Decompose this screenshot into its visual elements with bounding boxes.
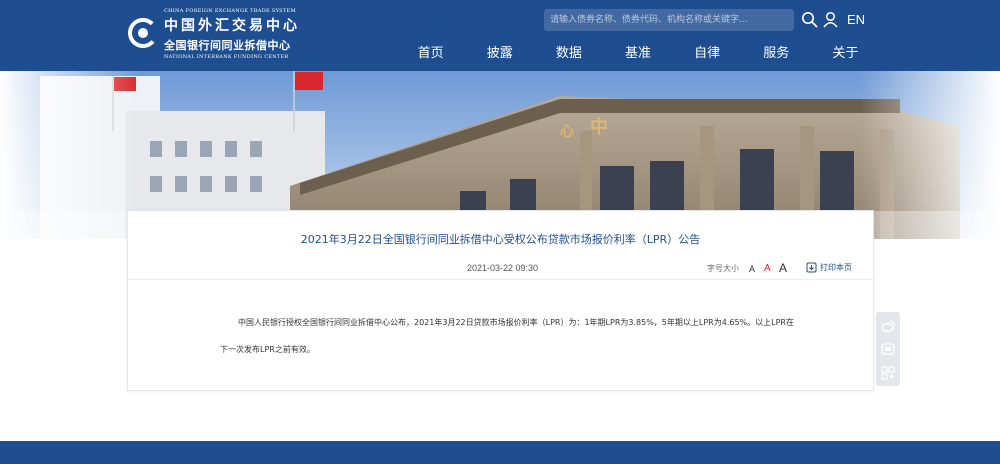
nav-item-benchmark[interactable]: 基准 bbox=[603, 42, 672, 66]
svg-text:中: 中 bbox=[590, 116, 608, 138]
font-size-medium-button[interactable]: A bbox=[764, 263, 771, 274]
font-size-label: 字号大小 bbox=[707, 264, 739, 273]
wechat-icon[interactable] bbox=[881, 342, 895, 356]
nav-item-self-regulation[interactable]: 自律 bbox=[673, 42, 742, 66]
font-size-small-button[interactable]: A bbox=[749, 264, 755, 274]
search-input[interactable] bbox=[544, 9, 794, 31]
font-size-large-button[interactable]: A bbox=[779, 261, 787, 275]
site-logo[interactable]: CHINA FOREIGN EXCHANGE TRADE SYSTEM 中国外汇… bbox=[128, 8, 308, 62]
qrcode-icon[interactable] bbox=[881, 366, 895, 380]
meta-divider bbox=[128, 279, 873, 280]
nav-item-about[interactable]: 关于 bbox=[811, 42, 880, 66]
search-icon[interactable] bbox=[801, 11, 818, 28]
language-switch[interactable]: EN bbox=[847, 12, 865, 27]
print-icon bbox=[806, 262, 817, 273]
article-card: 2021年3月22日全国银行间同业拆借中心受权公布贷款市场报价利率（LPR）公告… bbox=[127, 210, 874, 391]
nav-item-disclosure[interactable]: 披露 bbox=[465, 42, 534, 66]
site-header: CHINA FOREIGN EXCHANGE TRADE SYSTEM 中国外汇… bbox=[0, 0, 1000, 71]
svg-text:心: 心 bbox=[560, 124, 574, 140]
nav-item-data[interactable]: 数据 bbox=[534, 42, 603, 66]
nav-item-services[interactable]: 服务 bbox=[742, 42, 811, 66]
side-share-toolbar bbox=[876, 312, 900, 386]
print-label: 打印本页 bbox=[820, 263, 852, 272]
publish-date: 2021-03-22 09:30 bbox=[467, 263, 539, 273]
logo-mark-icon bbox=[128, 18, 158, 48]
nav-item-home[interactable]: 首页 bbox=[396, 42, 465, 66]
weibo-icon[interactable] bbox=[881, 319, 895, 333]
logo-english-bottom: NATIONAL INTERBANK FUNDING CENTER bbox=[164, 54, 289, 60]
logo-chinese-subname: 全国银行间同业拆借中心 bbox=[164, 39, 291, 52]
logo-chinese-name: 中国外汇交易中心 bbox=[164, 18, 300, 34]
article-title: 2021年3月22日全国银行间同业拆借中心受权公布贷款市场报价利率（LPR）公告 bbox=[300, 233, 701, 246]
main-nav: 首页 披露 数据 基准 自律 服务 关于 bbox=[396, 42, 880, 66]
article-body: 中国人民银行授权全国银行间同业拆借中心公布，2021年3月22日贷款市场报价利率… bbox=[220, 318, 794, 354]
flag-right bbox=[295, 72, 323, 90]
site-footer bbox=[0, 441, 1000, 464]
print-button[interactable]: 打印本页 bbox=[806, 262, 852, 273]
user-icon[interactable] bbox=[822, 11, 839, 28]
logo-english-top: CHINA FOREIGN EXCHANGE TRADE SYSTEM bbox=[164, 8, 296, 14]
